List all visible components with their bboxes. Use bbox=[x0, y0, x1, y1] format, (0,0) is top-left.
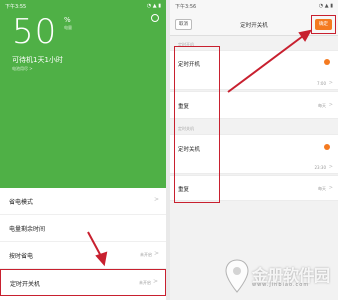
list-item-scheduled-power-on-off[interactable]: 定时开关机 未开启 > bbox=[0, 269, 166, 296]
list-item-power-saving-mode[interactable]: 省电模式 > bbox=[0, 188, 166, 215]
battery-percent: 50 bbox=[12, 12, 58, 52]
chevron-right-icon: > bbox=[328, 80, 333, 86]
battery-options-list: 省电模式 > 电量剩余时间 按时省电 未开启 > 定时开关机 未开启 > bbox=[0, 188, 166, 296]
options-highlight-box bbox=[174, 46, 220, 203]
list-item-label: 省电模式 bbox=[9, 199, 34, 206]
battery-status-panel: 下午3:55 ◔ ▲ ▮ 50 % 电量 可待机1天1小时 电池用尽 > bbox=[0, 0, 166, 188]
settings-gear-icon[interactable] bbox=[151, 14, 159, 22]
battery-percent-caption: 电量 bbox=[64, 25, 72, 30]
status-icons: ◔ ▲ ▮ bbox=[318, 3, 333, 9]
power-off-time: 23:30 bbox=[314, 165, 326, 170]
list-item-value: 未开启 bbox=[140, 252, 152, 257]
standby-detail-link[interactable]: 电池用尽 > bbox=[12, 66, 33, 72]
list-item-label: 电量剩余时间 bbox=[9, 226, 46, 233]
power-on-time: 7:00 bbox=[317, 81, 326, 86]
watermark-url: www.jinbiao.com bbox=[252, 282, 310, 288]
chevron-right-icon: > bbox=[328, 185, 333, 191]
power-on-toggle[interactable] bbox=[324, 59, 330, 65]
scheduled-power-screen: 下午3:56 ◔ ▲ ▮ 取消 定时开关机 确定 定时开机 定时开机 7:00 … bbox=[170, 0, 338, 300]
chevron-right-icon: > bbox=[153, 196, 159, 203]
status-time: 下午3:55 bbox=[5, 4, 27, 10]
standby-time-text: 可待机1天1小时 bbox=[12, 56, 63, 64]
chevron-right-icon: > bbox=[328, 164, 333, 170]
list-item-label: 定时开关机 bbox=[10, 281, 41, 288]
power-on-repeat-value: 每天 bbox=[318, 103, 326, 108]
chevron-right-icon: > bbox=[152, 278, 158, 285]
chevron-right-icon: > bbox=[153, 250, 159, 257]
status-bar: 下午3:56 ◔ ▲ ▮ bbox=[170, 0, 338, 14]
location-pin-icon bbox=[225, 259, 249, 293]
list-item-scheduled-power-saving[interactable]: 按时省电 未开启 > bbox=[0, 242, 166, 269]
chevron-right-icon: > bbox=[328, 102, 333, 108]
list-item-label: 按时省电 bbox=[9, 253, 34, 260]
power-off-toggle[interactable] bbox=[324, 144, 330, 150]
list-item-value: 未开启 bbox=[139, 280, 151, 285]
power-off-repeat-value: 每天 bbox=[318, 186, 326, 191]
status-icons: ◔ ▲ ▮ bbox=[146, 3, 161, 9]
battery-percent-unit: % bbox=[64, 16, 71, 24]
battery-settings-screen: 下午3:55 ◔ ▲ ▮ 50 % 电量 可待机1天1小时 电池用尽 > 省电模… bbox=[0, 0, 166, 300]
status-time: 下午3:56 bbox=[175, 4, 197, 10]
confirm-highlight-box bbox=[311, 15, 336, 34]
watermark-logo: 金册软件园 www.jinbiao.com bbox=[222, 258, 334, 294]
list-item-remaining-time[interactable]: 电量剩余时间 bbox=[0, 215, 166, 242]
title-bar: 取消 定时开关机 确定 bbox=[170, 14, 338, 36]
